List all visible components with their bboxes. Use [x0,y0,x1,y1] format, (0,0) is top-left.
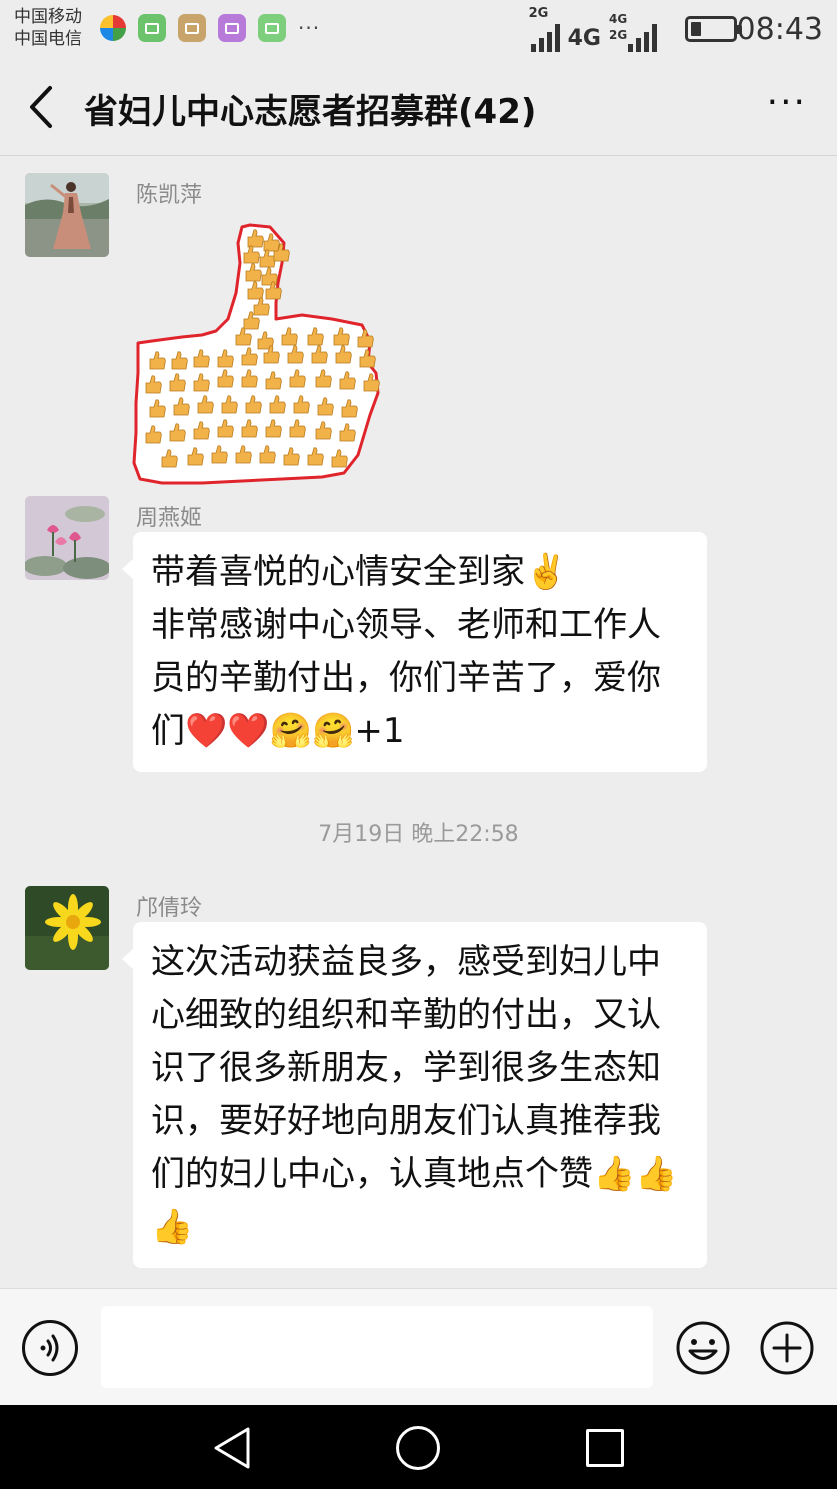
grid-app-icon [258,14,286,42]
sender-name: 周燕姬 [136,506,203,531]
carrier-info: 中国移动 中国电信 [14,6,82,50]
sim1-network-label: 2G [528,6,549,21]
voice-icon [40,1334,59,1362]
message-input[interactable] [101,1306,653,1388]
emoji-icon [676,1321,730,1375]
status-time: 08:43 [736,12,823,47]
emoji-button[interactable] [675,1320,731,1376]
nav-recent-icon[interactable] [586,1429,624,1467]
chevron-left-icon [30,86,52,128]
page-title: 省妇儿中心志愿者招募群(42) [84,92,537,132]
system-nav-bar [0,1405,837,1489]
sim2-network-small-label: 4G [609,12,628,26]
nav-home-icon[interactable] [396,1426,440,1470]
status-bar: 中国移动 中国电信 ··· 2G 4G 4G 2G 08:43 [0,0,837,58]
sim2-network-label: 4G [567,26,601,51]
briefcase-app-icon [138,14,166,42]
timestamp: 7月19日 晚上22:58 [318,822,519,847]
back-button[interactable] [20,82,64,132]
more-notifications-icon: ··· [298,16,321,40]
voice-button[interactable] [22,1320,78,1376]
sender-name: 邝倩玲 [136,896,203,921]
more-options-button[interactable]: ··· [767,85,807,121]
avatar[interactable] [25,886,109,970]
health-app-icon [178,14,206,42]
sim2-signal-icon: 4G 2G [609,12,657,52]
chat-message-list[interactable]: 陈凯萍 周燕姬 带着喜悦的心情安全到家✌️ 非常感谢中心领导、老师和工作人 员的… [0,157,837,1288]
sim2-network-small-label-2: 2G [609,28,628,42]
thumbs-up-sticker[interactable] [132,223,386,485]
avatar[interactable] [25,173,109,257]
more-actions-button[interactable] [759,1320,815,1376]
battery-icon [685,16,742,42]
avatar-image [25,496,109,580]
sender-name: 陈凯萍 [136,183,203,208]
signal-indicators: 2G 4G 4G 2G [528,6,657,52]
avatar[interactable] [25,496,109,580]
avatar-image [25,886,109,970]
gallery-app-icon [218,14,246,42]
message-bubble[interactable]: 带着喜悦的心情安全到家✌️ 非常感谢中心领导、老师和工作人 员的辛勤付出，你们辛… [122,532,707,772]
input-bar [0,1288,837,1405]
carrier-2: 中国电信 [14,29,82,49]
message-bubble[interactable]: 这次活动获益良多，感受到妇儿中 心细致的组织和辛勤的付出，又认 识了很多新朋友，… [122,922,707,1268]
nav-back-icon[interactable] [210,1425,256,1471]
sim1-signal-icon: 2G [528,6,560,52]
carrier-1: 中国移动 [14,7,82,27]
more-icon: ··· [766,82,807,123]
avatar-image [25,173,109,257]
plus-icon [760,1321,814,1375]
browser-app-icon [100,15,126,41]
chat-header: 省妇儿中心志愿者招募群(42) ··· [0,58,837,156]
status-app-icons: ··· [100,14,320,42]
